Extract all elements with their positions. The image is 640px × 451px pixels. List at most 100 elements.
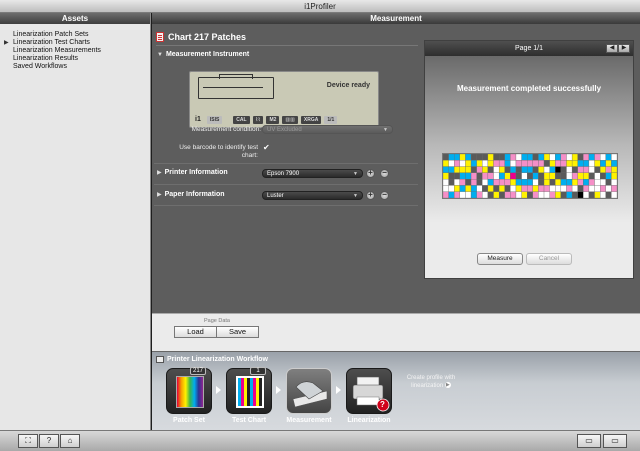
color-patch [594, 160, 601, 167]
device-list-button[interactable]: ▭ [603, 434, 627, 448]
color-patch [605, 154, 612, 161]
color-patch [566, 185, 573, 192]
sidebar-item-measurements[interactable]: Linearization Measurements [0, 47, 150, 55]
color-patch [605, 172, 612, 180]
color-patch [470, 166, 477, 174]
color-patch [459, 154, 466, 161]
printer-value: Epson 7900 [267, 171, 300, 177]
color-patch [588, 185, 595, 192]
paper-select[interactable]: Luster ▼ [262, 191, 363, 200]
color-patch [527, 172, 533, 180]
sidebar-item-saved-workflows[interactable]: Saved Workflows [0, 63, 150, 71]
color-patch [482, 185, 489, 192]
color-patch [583, 191, 590, 198]
load-button[interactable]: Load [174, 326, 217, 338]
color-patch [521, 172, 528, 180]
panel-header: Page 1/1 ◀ ▶ [425, 41, 633, 56]
workflow-step-linearization[interactable]: ? [346, 368, 392, 414]
color-patch [465, 166, 472, 174]
lcd-stripes-icon: ▥▥ [282, 115, 298, 124]
color-patch [443, 185, 449, 192]
document-icon [156, 32, 164, 42]
barcode-checkbox[interactable]: ✔ [263, 143, 270, 152]
printer-remove-button[interactable]: − [380, 169, 389, 178]
chevron-down-icon: ▼ [383, 127, 388, 133]
color-patch [527, 185, 533, 192]
instrument-status-button[interactable]: ▭ [577, 434, 601, 448]
workflow-step-patch-set[interactable]: 217 [166, 367, 212, 414]
lcd-tag-m2: M2 [266, 115, 280, 124]
fullscreen-button[interactable]: ⛶ [18, 434, 38, 448]
color-patch [498, 160, 505, 167]
color-patch [476, 166, 483, 174]
color-patch [459, 166, 466, 174]
printer-add-button[interactable]: + [366, 169, 375, 178]
workflow-step-test-chart[interactable]: 1 [226, 367, 272, 414]
color-patch [532, 154, 539, 161]
sidebar-item-label: Linearization Patch Sets [13, 31, 89, 38]
color-patch [487, 172, 494, 180]
color-patch [510, 191, 517, 198]
disclosure-right-icon[interactable]: ▶ [157, 169, 162, 176]
sidebar-item-test-charts[interactable]: ▶ Linearization Test Charts [0, 39, 150, 47]
measure-button[interactable]: Measure [477, 253, 523, 265]
color-patch [588, 166, 595, 174]
color-patch [594, 154, 601, 161]
workflow-title: Printer Linearization Workflow [156, 354, 268, 364]
section-paper-information[interactable]: ▶ Paper Information [157, 191, 225, 198]
color-patch [571, 185, 578, 192]
sidebar-item-patch-sets[interactable]: Linearization Patch Sets [0, 31, 150, 39]
color-patch [611, 172, 617, 180]
color-patch [470, 185, 477, 192]
color-patch [605, 185, 612, 192]
color-patch [482, 172, 489, 180]
color-patch [493, 178, 500, 186]
disclosure-right-icon[interactable]: ▶ [157, 191, 162, 198]
color-patch [605, 166, 612, 174]
help-button[interactable]: ? [39, 434, 59, 448]
sidebar-item-label: Saved Workflows [13, 63, 67, 70]
color-patch [611, 191, 617, 198]
color-patch [443, 160, 449, 167]
sidebar-item-results[interactable]: Linearization Results [0, 55, 150, 63]
color-patch [454, 191, 460, 198]
save-button[interactable]: Save [216, 326, 259, 338]
previous-page-icon[interactable]: ◀ [606, 44, 618, 53]
color-patch [571, 160, 578, 167]
printer-select[interactable]: Epson 7900 ▼ [262, 169, 363, 178]
color-patch [493, 154, 500, 161]
section-measurement-instrument[interactable]: ▼ Measurement Instrument [157, 51, 249, 58]
color-patch [515, 154, 522, 161]
disclosure-arrow-icon[interactable]: ▶ [4, 39, 9, 47]
color-patch [443, 154, 449, 161]
measurement-success-message: Measurement completed successfully [456, 84, 602, 93]
color-patch [454, 160, 460, 167]
measurement-main: Measurement Chart 217 Patches ▼ Measurem… [152, 13, 640, 351]
lcd-tag-i1: i1 [195, 115, 201, 123]
color-patch [459, 178, 466, 186]
create-profile-link[interactable]: Create profile with linearization ▶ [404, 374, 458, 390]
color-patch [504, 154, 511, 161]
paper-add-button[interactable]: + [366, 191, 375, 200]
section-printer-information[interactable]: ▶ Printer Information [157, 169, 228, 176]
color-patch [538, 191, 545, 198]
next-page-icon[interactable]: ▶ [618, 44, 630, 53]
arrow-circle-icon[interactable]: ▶ [444, 382, 451, 389]
chevron-down-icon: ▼ [353, 193, 358, 199]
color-patch [577, 172, 584, 180]
color-patch [510, 166, 517, 174]
window-title-bar: i1Profiler [0, 0, 640, 13]
workflow-step-measurement[interactable] [286, 368, 332, 414]
color-patch [571, 178, 578, 186]
color-patch [521, 166, 528, 174]
color-patch [521, 160, 528, 167]
lcd-tag-cal: CAL [233, 115, 250, 124]
test-chart-sheet-icon [236, 376, 264, 408]
disclosure-down-icon[interactable]: ▼ [157, 52, 163, 58]
paper-remove-button[interactable]: − [380, 191, 389, 200]
color-patch [543, 185, 550, 192]
color-patch [448, 166, 455, 174]
home-button[interactable]: ⌂ [60, 434, 80, 448]
color-patch [515, 166, 522, 174]
color-patch [527, 160, 533, 167]
